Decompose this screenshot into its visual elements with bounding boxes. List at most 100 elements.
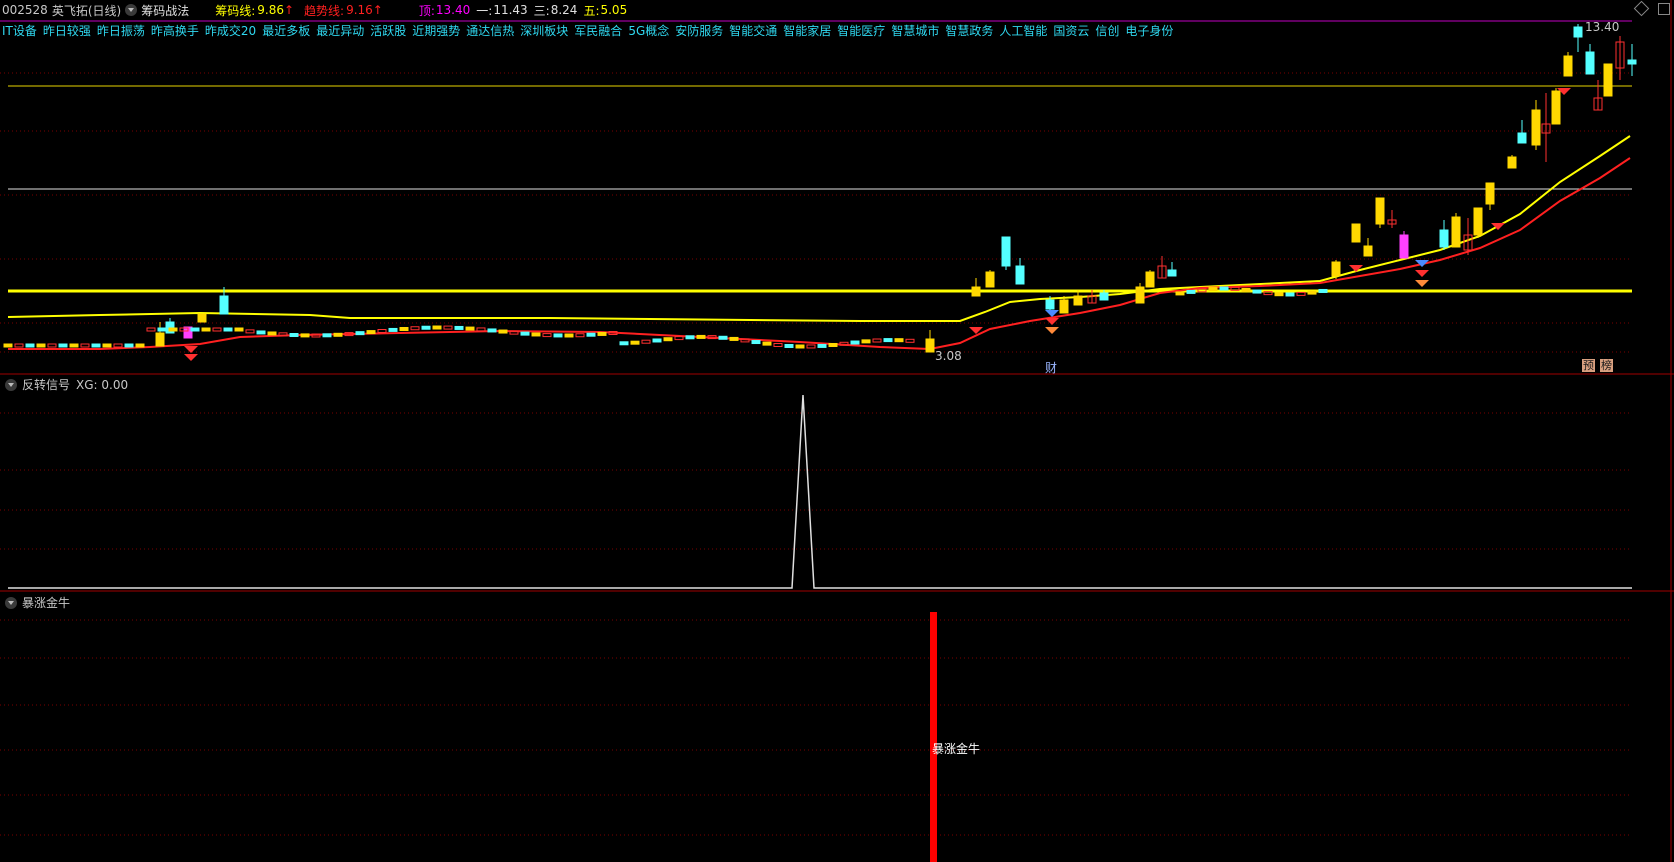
candle-body	[861, 339, 871, 344]
kline-chart[interactable]	[0, 0, 1674, 862]
candle-body	[410, 326, 420, 331]
panel-dropdown-icon[interactable]	[5, 378, 17, 391]
candle-body	[465, 326, 475, 331]
candle-body	[828, 342, 838, 347]
reversal-panel-title: 反转信号 XG: 0.00	[5, 376, 128, 393]
candle-body	[619, 341, 629, 346]
candle-body	[586, 332, 596, 337]
candle-body	[630, 340, 640, 345]
candle-body	[58, 343, 68, 348]
candle-body	[696, 334, 706, 339]
candle-body	[652, 338, 662, 343]
candle-body	[245, 329, 255, 334]
candle-body	[1627, 59, 1637, 65]
candle-body	[531, 332, 541, 337]
candle-body	[1399, 234, 1409, 259]
candle-body	[817, 343, 827, 348]
finance-marker[interactable]: 财	[1045, 359, 1057, 376]
low-price-label: 3.08	[935, 349, 962, 363]
signal-marker	[1415, 270, 1429, 277]
candle-body	[1363, 245, 1373, 257]
candle-body	[894, 338, 904, 343]
candle-body	[80, 343, 90, 348]
candle-body	[1318, 288, 1328, 293]
candle-body	[674, 336, 684, 341]
candle-body	[1451, 216, 1461, 248]
candle-body	[25, 343, 35, 348]
candle-body	[520, 331, 530, 336]
candle-body	[1059, 299, 1069, 314]
candle-body	[377, 329, 387, 334]
candle-body	[971, 286, 981, 297]
candle-body	[256, 330, 266, 335]
candle-body	[155, 332, 165, 347]
candle-body	[718, 335, 728, 340]
candle-body	[333, 332, 343, 337]
signal-marker	[1415, 280, 1429, 287]
forecast-marker[interactable]: 预	[1582, 359, 1595, 372]
candle-body	[278, 332, 288, 337]
panel-dropdown-icon[interactable]	[5, 596, 17, 609]
candle-body	[322, 333, 332, 338]
signal-marker	[184, 346, 198, 353]
candle-body	[729, 336, 739, 341]
candle-body	[157, 327, 167, 332]
candle-body	[223, 327, 233, 332]
surge-signal-bar	[930, 612, 937, 862]
high-price-label: 13.40	[1585, 20, 1620, 34]
candle-body	[1167, 269, 1177, 277]
candle-body	[1296, 291, 1306, 296]
candle-body	[197, 313, 207, 323]
candle-body	[47, 343, 57, 348]
reversal-signal-line	[8, 394, 1632, 589]
candle-body	[399, 326, 409, 331]
candle-body	[267, 331, 277, 336]
candle-body	[597, 331, 607, 336]
candle-body	[784, 343, 794, 348]
candle-body	[553, 333, 563, 338]
candle-body	[124, 343, 134, 348]
candle-body	[91, 343, 101, 348]
candle-body	[883, 338, 893, 343]
candle-body	[850, 340, 860, 345]
candle-body	[421, 325, 431, 330]
candle-body	[1473, 207, 1483, 236]
candle-body	[1603, 63, 1613, 97]
candle-body	[1241, 287, 1251, 292]
candle-body	[685, 335, 695, 340]
candle-body	[1285, 292, 1295, 297]
candle-body	[1219, 286, 1229, 291]
candle-body	[168, 327, 178, 332]
candle-body	[14, 343, 24, 348]
candle-body	[1563, 55, 1573, 77]
candle-body	[1263, 291, 1273, 296]
candle-body	[1351, 223, 1361, 243]
surge-title[interactable]: 暴涨金牛	[22, 594, 70, 611]
candle-body	[1507, 156, 1517, 169]
candle-body	[985, 271, 995, 288]
candle-body	[388, 327, 398, 332]
dragon-tiger-marker[interactable]: 榜	[1600, 359, 1613, 372]
candle-body	[234, 327, 244, 332]
reversal-title[interactable]: 反转信号	[22, 376, 70, 393]
candle-body	[135, 343, 145, 348]
candle-body	[1307, 290, 1317, 295]
signal-marker	[1349, 265, 1363, 272]
candle-body	[1001, 236, 1011, 267]
candle-body	[1485, 182, 1495, 205]
candle-body	[1045, 299, 1055, 310]
candle-body	[1551, 90, 1561, 125]
candle-body	[498, 329, 508, 334]
candle-body	[36, 343, 46, 348]
candle-body	[1585, 51, 1595, 75]
candle-body	[564, 333, 574, 338]
candle-body	[740, 338, 750, 343]
candle-body	[355, 331, 365, 336]
candle-body	[432, 325, 442, 330]
surge-bar-label: 暴涨金牛	[932, 742, 981, 756]
candle-body	[509, 330, 519, 335]
candle-body	[1230, 286, 1240, 291]
candle-body	[806, 344, 816, 349]
candle-body	[1186, 289, 1196, 294]
candle-body	[872, 338, 882, 343]
